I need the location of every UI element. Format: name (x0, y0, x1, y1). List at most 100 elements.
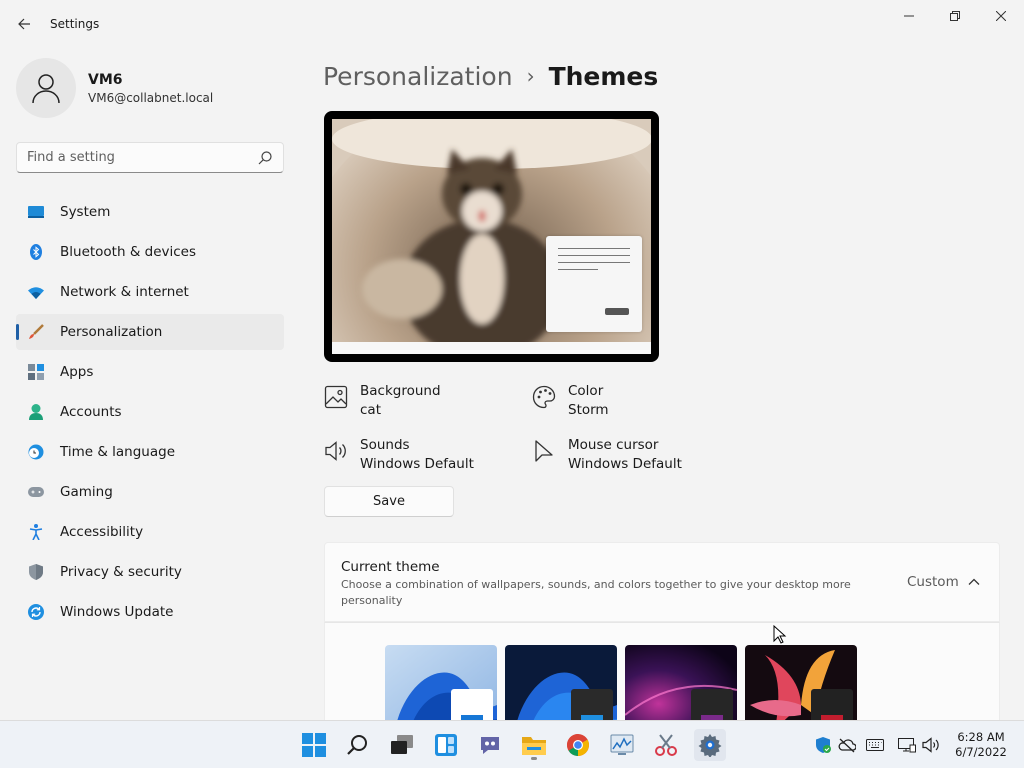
speaker-icon (325, 441, 346, 461)
snipping-tool-button[interactable] (650, 729, 682, 761)
current-theme-description: Choose a combination of wallpapers, soun… (341, 578, 851, 607)
search-input[interactable] (17, 143, 253, 172)
restore-button[interactable] (932, 0, 978, 32)
chevron-up-icon[interactable] (967, 575, 981, 589)
current-theme-value: Custom (907, 574, 959, 590)
teams-chat-button[interactable] (474, 729, 506, 761)
theme-preview-screen (332, 119, 651, 354)
captured-motion-theme-thumbnail[interactable] (745, 645, 857, 720)
color-setting[interactable]: Color Storm (532, 383, 722, 423)
keyboard-icon (866, 739, 884, 751)
background-value: cat (360, 402, 381, 418)
taskbar-search-button[interactable] (342, 729, 374, 761)
sidebar-item-label: Accessibility (60, 524, 144, 540)
system-icon (28, 204, 44, 220)
search-box (16, 142, 284, 173)
speaker-icon (922, 737, 939, 753)
chart-monitor-icon (610, 734, 634, 755)
current-theme-card[interactable]: Current theme Choose a combination of wa… (324, 542, 1000, 622)
profile-name: VM6 (88, 72, 123, 88)
cursor-arrow-icon (535, 440, 553, 462)
save-button[interactable]: Save (324, 486, 454, 517)
avatar (16, 58, 76, 118)
sidebar-item-bluetooth[interactable]: Bluetooth & devices (16, 234, 284, 270)
scissors-icon (655, 734, 677, 756)
restore-icon (950, 11, 960, 21)
breadcrumb: Personalization › Themes (323, 58, 658, 94)
sidebar-item-apps[interactable]: Apps (16, 354, 284, 390)
taskbar-clock[interactable]: 6:28 AM 6/7/2022 (946, 730, 1016, 760)
sidebar-item-label: Bluetooth & devices (60, 244, 197, 260)
performance-monitor-button[interactable] (606, 729, 638, 761)
chrome-icon (567, 734, 589, 756)
sidebar-item-network[interactable]: Network & internet (16, 274, 284, 310)
chat-icon (481, 737, 499, 754)
sounds-value: Windows Default (360, 456, 474, 472)
gamepad-icon (28, 484, 44, 500)
user-profile[interactable]: VM6 VM6@collabnet.local (16, 58, 286, 118)
task-view-button[interactable] (386, 729, 418, 761)
onedrive-tray-icon[interactable] (838, 736, 856, 754)
sidebar-item-windows-update[interactable]: Windows Update (16, 594, 284, 630)
background-setting[interactable]: Background cat (324, 383, 514, 423)
windows-light-theme-thumbnail[interactable] (385, 645, 497, 720)
task-view-icon (391, 735, 413, 754)
sidebar-item-label: Network & internet (60, 284, 189, 300)
touch-keyboard-tray-icon[interactable] (866, 736, 884, 754)
sidebar-item-system[interactable]: System (16, 194, 284, 230)
sidebar-item-accounts[interactable]: Accounts (16, 394, 284, 430)
taskbar: 6:28 AM 6/7/2022 (0, 720, 1024, 768)
sidebar-item-label: Windows Update (60, 604, 174, 620)
glow-theme-thumbnail[interactable] (625, 645, 737, 720)
sidebar-item-label: Gaming (60, 484, 113, 500)
close-button[interactable] (978, 0, 1024, 32)
sidebar-item-label: Time & language (60, 444, 176, 460)
minimize-button[interactable] (886, 0, 932, 32)
sidebar-item-privacy[interactable]: Privacy & security (16, 554, 284, 590)
sidebar-item-label: System (60, 204, 111, 220)
breadcrumb-parent[interactable]: Personalization (323, 62, 513, 91)
sidebar-item-label: Accounts (60, 404, 122, 420)
color-value: Storm (568, 402, 609, 418)
background-title: Background (360, 383, 441, 399)
start-button[interactable] (298, 729, 330, 761)
minimize-icon (904, 15, 914, 17)
file-explorer-button[interactable] (518, 729, 550, 761)
windows-logo-icon (302, 733, 326, 757)
current-theme-title: Current theme (341, 559, 440, 575)
settings-app-button[interactable] (694, 729, 726, 761)
close-icon (996, 11, 1006, 21)
back-button[interactable] (10, 10, 38, 38)
network-tray-icon[interactable] (898, 736, 916, 754)
windows-dark-theme-thumbnail[interactable] (505, 645, 617, 720)
sidebar-item-time-language[interactable]: Time & language (16, 434, 284, 470)
clock-date: 6/7/2022 (955, 745, 1007, 759)
cloud-offline-icon (838, 738, 856, 753)
chrome-button[interactable] (562, 729, 594, 761)
sounds-setting[interactable]: Sounds Windows Default (324, 437, 514, 477)
sounds-title: Sounds (360, 437, 410, 453)
windows-security-tray-icon[interactable] (814, 736, 832, 754)
widgets-button[interactable] (430, 729, 462, 761)
sidebar-item-label: Privacy & security (60, 564, 182, 580)
update-icon (28, 604, 44, 620)
app-title: Settings (50, 17, 100, 31)
mouse-cursor-setting[interactable]: Mouse cursor Windows Default (532, 437, 722, 477)
search-icon[interactable] (257, 150, 273, 166)
search-icon (347, 735, 367, 755)
bluetooth-icon (28, 244, 44, 260)
apps-icon (28, 364, 44, 380)
mouse-cursor-value: Windows Default (568, 456, 682, 472)
volume-tray-icon[interactable] (922, 736, 940, 754)
sidebar-item-personalization[interactable]: Personalization (16, 314, 284, 350)
sidebar-item-gaming[interactable]: Gaming (16, 474, 284, 510)
preview-button (605, 308, 629, 315)
sidebar-item-accessibility[interactable]: Accessibility (16, 514, 284, 550)
clock-globe-icon (28, 444, 44, 460)
preview-line (558, 255, 630, 256)
preview-window-sample (546, 236, 642, 332)
folder-icon (522, 737, 546, 755)
preview-line (558, 262, 630, 263)
color-title: Color (568, 383, 604, 399)
clock-time: 6:28 AM (957, 730, 1005, 744)
